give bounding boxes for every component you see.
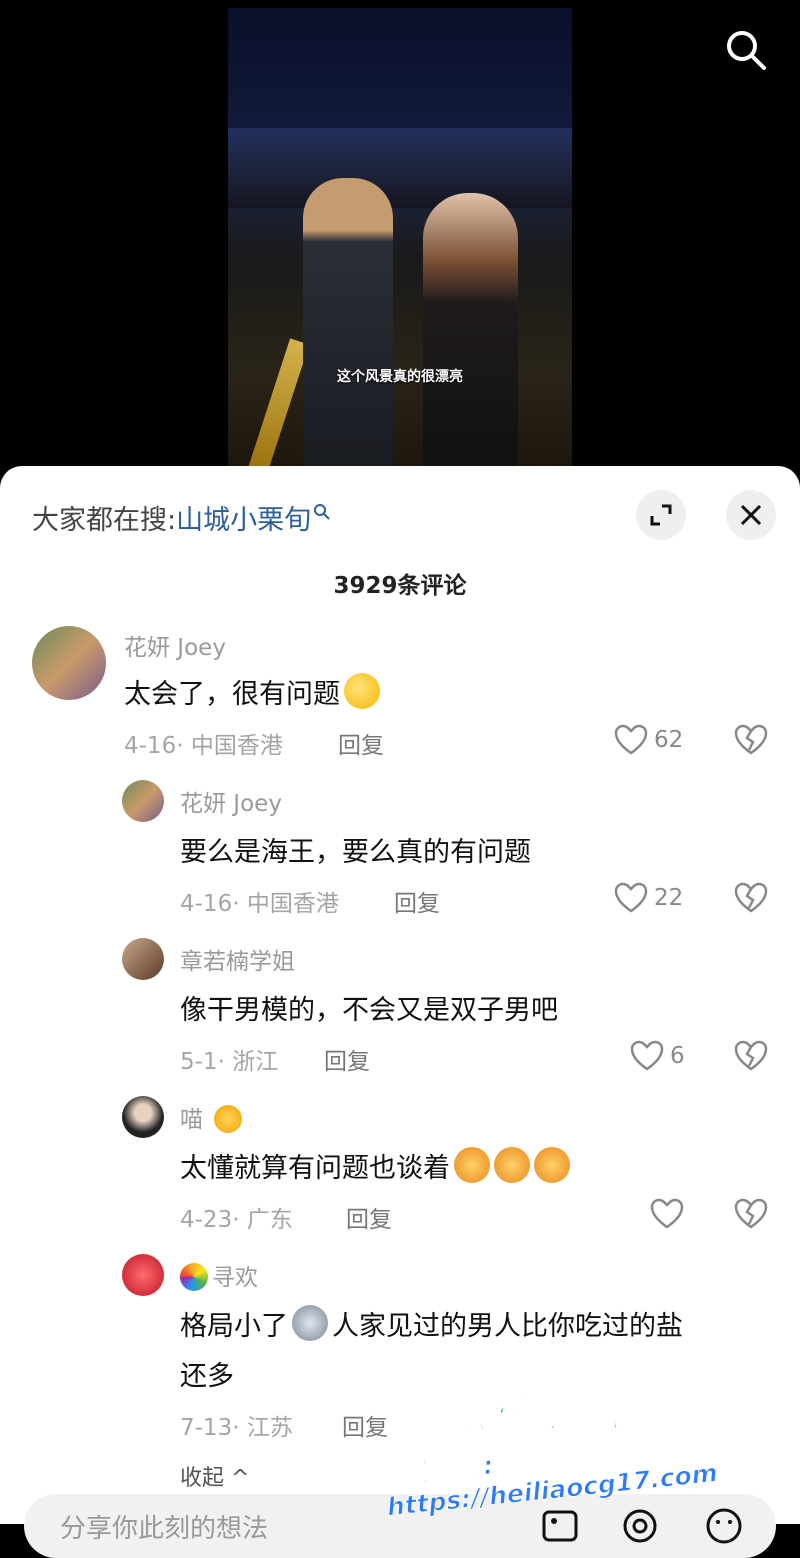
search-icon[interactable]	[722, 26, 770, 74]
comment-text: 太会了，很有问题	[124, 672, 380, 711]
dizzy-face-emoji-icon	[344, 673, 380, 709]
avatar[interactable]	[122, 780, 164, 822]
like-button[interactable]: 6	[630, 1040, 685, 1072]
small-search-icon	[314, 504, 330, 520]
comment-meta: 4-16· 中国香港	[124, 733, 283, 759]
comment-sheet: 大家都在搜:山城小栗旬 3929条评论 花妍 Joey 太会了，很有问题 4-1…	[0, 466, 800, 1558]
expand-icon	[650, 504, 672, 526]
avatar[interactable]	[122, 938, 164, 980]
close-icon	[740, 504, 762, 526]
comment-username[interactable]: 花妍 Joey	[180, 784, 282, 818]
comment-text-line2: 还多	[180, 1361, 234, 1392]
expand-button[interactable]	[636, 490, 686, 540]
reply-button[interactable]: 回复	[342, 1408, 388, 1442]
broken-heart-icon[interactable]	[734, 1198, 768, 1230]
comment-meta: 4-23· 广东	[180, 1207, 293, 1233]
reply-button[interactable]: 回复	[324, 1042, 370, 1076]
comment-username[interactable]: 喵	[180, 1100, 243, 1134]
collapse-replies[interactable]: 收起 ^	[180, 1460, 249, 1492]
heart-icon	[630, 1040, 664, 1071]
comment-count: 3929条评论	[333, 573, 467, 599]
avatar[interactable]	[122, 1254, 164, 1296]
comment-text: 格局小了 人家见过的男人比你吃过的盐	[180, 1304, 683, 1343]
comment-meta: 4-16· 中国香港	[180, 891, 339, 917]
comment-meta: 7-13· 江苏	[180, 1415, 293, 1441]
video-area[interactable]: 这个风景真的很漂亮	[0, 0, 800, 480]
close-button[interactable]	[726, 490, 776, 540]
rainbow-emoji-icon	[180, 1263, 208, 1291]
hot-search-prefix: 大家都在搜:	[32, 505, 177, 536]
cat-face-emoji-icon	[214, 1105, 243, 1133]
broken-heart-icon[interactable]	[734, 724, 768, 756]
city-skyline	[228, 128, 572, 208]
hot-search-keyword[interactable]: 山城小栗旬	[176, 505, 311, 536]
light-strip	[246, 338, 310, 468]
comment-username[interactable]: 花妍 Joey	[124, 628, 226, 662]
reply-button[interactable]: 回复	[338, 726, 384, 760]
dog-face-emoji-icon	[454, 1147, 490, 1183]
husky-face-emoji-icon	[292, 1305, 328, 1341]
like-button[interactable]: 22	[614, 882, 683, 914]
reply-button[interactable]: 回复	[346, 1200, 392, 1234]
reply-button[interactable]: 回复	[394, 884, 440, 918]
broken-heart-icon[interactable]	[734, 882, 768, 914]
like-count: 62	[654, 727, 684, 753]
comment-text: 要么是海王，要么真的有问题	[180, 837, 531, 868]
video-frame[interactable]: 这个风景真的很漂亮	[228, 8, 572, 468]
avatar[interactable]	[122, 1096, 164, 1138]
broken-heart-icon[interactable]	[734, 1040, 768, 1072]
person-man	[303, 178, 393, 468]
watermark: 黑料吃瓜网 看完整版: https://heiliaocg17.com	[382, 1376, 784, 1522]
heart-icon	[614, 882, 648, 913]
like-count: 22	[654, 885, 684, 911]
comment-input-placeholder: 分享你此刻的想法	[60, 1514, 269, 1544]
heart-icon	[614, 724, 648, 755]
like-button[interactable]: 62	[614, 724, 683, 756]
like-count: 6	[670, 1043, 685, 1069]
dog-face-emoji-icon	[494, 1147, 530, 1183]
comment-text: 像干男模的，不会又是双子男吧	[180, 995, 558, 1026]
comment-username[interactable]: 寻欢	[180, 1258, 258, 1292]
dog-face-emoji-icon	[534, 1147, 570, 1183]
person-woman	[423, 193, 518, 468]
comment-text: 太懂就算有问题也谈着	[180, 1146, 570, 1185]
hot-search[interactable]: 大家都在搜:山城小栗旬	[32, 498, 331, 537]
video-subtitle: 这个风景真的很漂亮	[337, 369, 463, 385]
comment-meta: 5-1· 浙江	[180, 1049, 279, 1075]
avatar[interactable]	[32, 626, 106, 700]
comment-username[interactable]: 章若楠学姐	[180, 942, 295, 976]
heart-icon[interactable]	[650, 1198, 684, 1230]
